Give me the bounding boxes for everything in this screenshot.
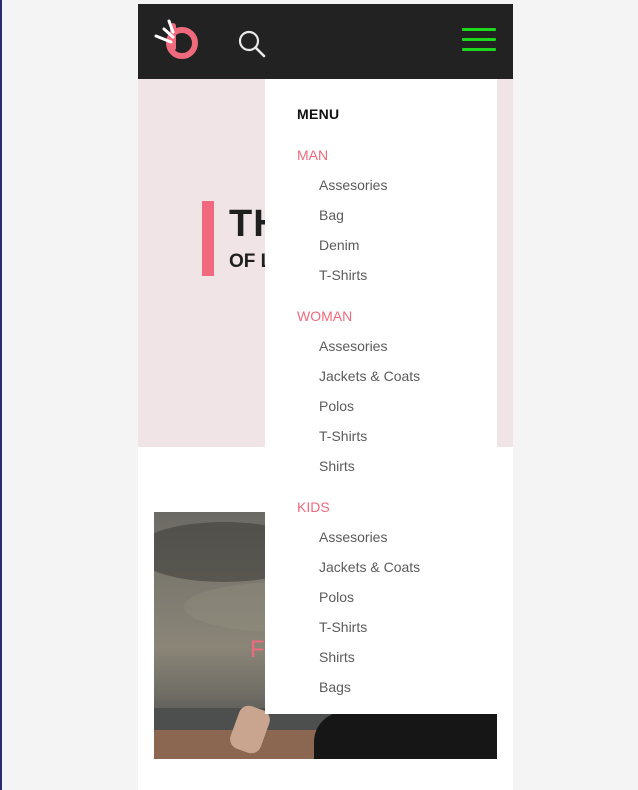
menu-item-woman-polos[interactable]: Polos [319,398,354,414]
menu-title: MENU [297,106,340,122]
hamburger-icon-line [462,48,496,51]
promo-image-text: F [250,636,265,663]
hero-accent-bar [202,201,214,276]
top-navbar [138,4,513,79]
menu-category-man[interactable]: MAN [297,147,328,163]
menu-category-kids[interactable]: KIDS [297,499,330,515]
menu-item-man-assesories[interactable]: Assesories [319,177,387,193]
search-icon [238,30,266,58]
menu-item-kids-bags[interactable]: Bags [319,679,351,695]
menu-item-woman-t-shirts[interactable]: T-Shirts [319,428,367,444]
menu-item-man-bag[interactable]: Bag [319,207,344,223]
hamburger-icon [462,28,496,31]
menu-item-man-denim[interactable]: Denim [319,237,359,253]
menu-item-kids-assesories[interactable]: Assesories [319,529,387,545]
menu-category-woman[interactable]: WOMAN [297,308,352,324]
menu-item-kids-jackets-coats[interactable]: Jackets & Coats [319,559,420,575]
menu-item-man-t-shirts[interactable]: T-Shirts [319,267,367,283]
search-button[interactable] [236,28,268,60]
side-menu-panel: MENU MAN Assesories Bag Denim T-Shirts W… [265,79,497,714]
menu-item-kids-polos[interactable]: Polos [319,589,354,605]
menu-item-kids-shirts[interactable]: Shirts [319,649,355,665]
hamburger-icon-line [462,38,496,41]
menu-item-woman-shirts[interactable]: Shirts [319,458,355,474]
hamburger-menu-button[interactable] [462,26,498,54]
brand-logo-icon[interactable] [152,18,200,62]
menu-item-woman-assesories[interactable]: Assesories [319,338,387,354]
menu-item-kids-t-shirts[interactable]: T-Shirts [319,619,367,635]
promo-image-person [314,712,497,759]
menu-item-woman-jackets-coats[interactable]: Jackets & Coats [319,368,420,384]
mobile-page: TH OF L F MENU MAN Assesories Bag Denim … [138,4,513,790]
window-edge [0,0,2,790]
